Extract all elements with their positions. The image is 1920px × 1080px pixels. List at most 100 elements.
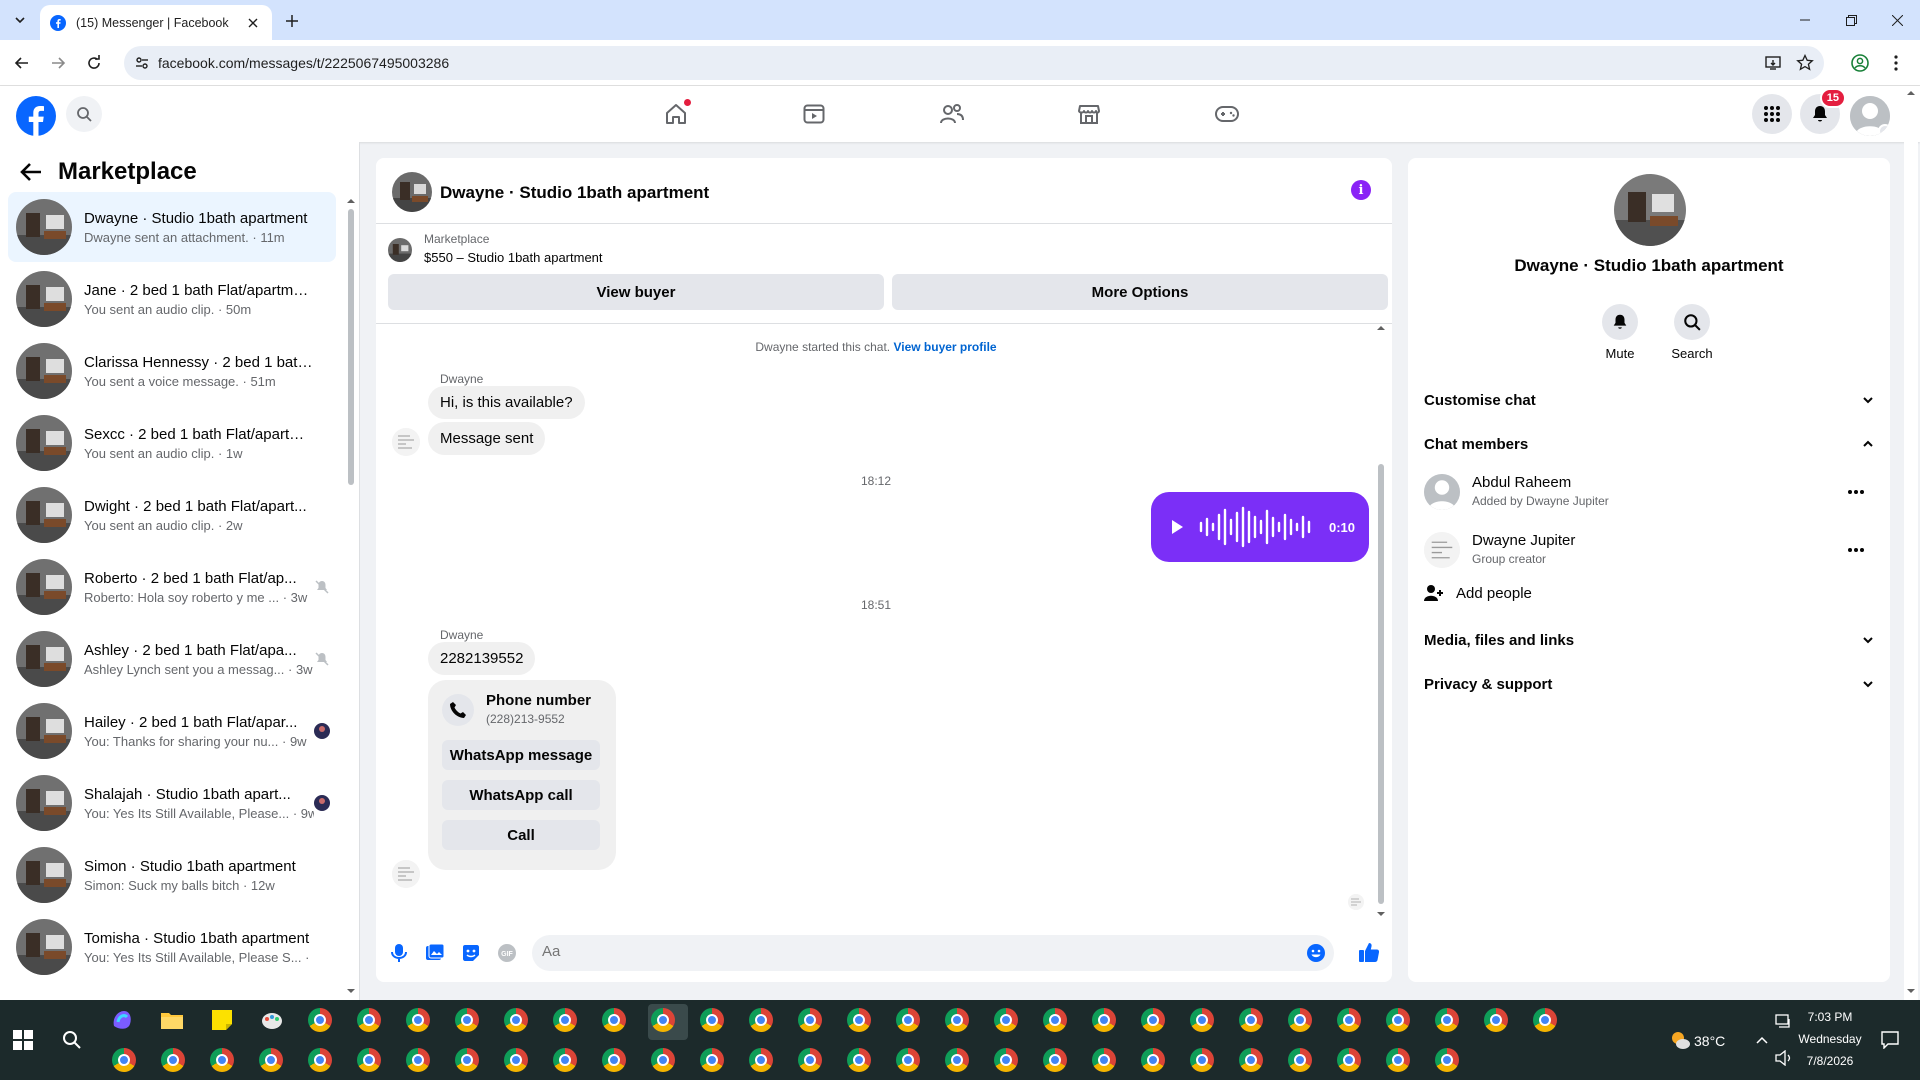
chrome-taskbar-icon[interactable] xyxy=(1433,1046,1461,1074)
forward-button[interactable] xyxy=(46,51,70,75)
chrome-taskbar-icon[interactable] xyxy=(649,1006,677,1034)
close-window-button[interactable] xyxy=(1874,0,1920,40)
chrome-taskbar-icon[interactable] xyxy=(894,1046,922,1074)
chrome-taskbar-icon[interactable] xyxy=(698,1046,726,1074)
more-options-icon[interactable] xyxy=(1846,482,1866,502)
chrome-taskbar-icon[interactable] xyxy=(796,1046,824,1074)
chrome-taskbar-icon[interactable] xyxy=(845,1006,873,1034)
notification-center-icon[interactable] xyxy=(1876,1026,1904,1054)
chrome-taskbar-icon[interactable] xyxy=(453,1046,481,1074)
whatsapp-call-button[interactable]: WhatsApp call xyxy=(442,780,600,810)
search-action[interactable]: Search xyxy=(1662,304,1722,361)
gaming-nav-icon[interactable] xyxy=(1213,100,1241,128)
conversation-item[interactable]: Roberto · 2 bed 1 bath Flat/ap... Roberto… xyxy=(8,552,336,622)
chrome-taskbar-icon[interactable] xyxy=(600,1006,628,1034)
conversation-item[interactable]: Clarissa Hennessy · 2 bed 1 bath ... You … xyxy=(8,336,336,406)
chrome-taskbar-icon[interactable] xyxy=(600,1046,628,1074)
chrome-taskbar-icon[interactable] xyxy=(453,1006,481,1034)
new-tab-button[interactable] xyxy=(281,10,303,32)
conversation-item[interactable]: Tomisha · Studio 1bath apartment You: Yes… xyxy=(8,912,336,982)
video-nav-icon[interactable] xyxy=(800,100,828,128)
gif-icon[interactable]: GIF xyxy=(496,942,518,964)
sender-avatar[interactable] xyxy=(392,860,420,888)
chrome-taskbar-icon[interactable] xyxy=(1335,1006,1363,1034)
chrome-taskbar-icon[interactable] xyxy=(208,1046,236,1074)
volume-icon[interactable] xyxy=(1770,1044,1798,1072)
view-buyer-profile-link[interactable]: View buyer profile xyxy=(893,340,996,354)
menu-grid-button[interactable] xyxy=(1752,94,1792,134)
thumbs-up-icon[interactable] xyxy=(1358,941,1380,963)
chrome-taskbar-icon[interactable] xyxy=(1041,1046,1069,1074)
chrome-taskbar-icon[interactable] xyxy=(355,1006,383,1034)
chrome-taskbar-icon[interactable] xyxy=(1090,1006,1118,1034)
chrome-taskbar-icon[interactable] xyxy=(845,1046,873,1074)
conversation-item[interactable]: Sexcc · 2 bed 1 bath Flat/apartm... You s… xyxy=(8,408,336,478)
media-files-row[interactable]: Media, files and links xyxy=(1424,622,1874,658)
chrome-taskbar-icon[interactable] xyxy=(1041,1006,1069,1034)
listing-price-title[interactable]: $550 – Studio 1bath apartment xyxy=(424,250,603,265)
sender-avatar[interactable] xyxy=(392,428,420,456)
chrome-taskbar-icon[interactable] xyxy=(943,1006,971,1034)
chrome-taskbar-icon[interactable] xyxy=(257,1046,285,1074)
back-button[interactable] xyxy=(10,51,34,75)
view-buyer-button[interactable]: View buyer xyxy=(388,274,884,310)
chrome-taskbar-icon[interactable] xyxy=(1335,1046,1363,1074)
customise-chat-row[interactable]: Customise chat xyxy=(1424,382,1874,418)
file-explorer-icon[interactable] xyxy=(158,1006,186,1034)
chrome-taskbar-icon[interactable] xyxy=(1090,1046,1118,1074)
chrome-taskbar-icon[interactable] xyxy=(796,1006,824,1034)
chat-info-icon[interactable]: i xyxy=(1351,180,1371,200)
chrome-taskbar-icon[interactable] xyxy=(1139,1006,1167,1034)
chat-avatar[interactable] xyxy=(392,172,432,212)
facebook-logo-icon[interactable] xyxy=(16,96,56,136)
chrome-taskbar-icon[interactable] xyxy=(943,1046,971,1074)
chrome-taskbar-icon[interactable] xyxy=(1188,1006,1216,1034)
windows-start-icon[interactable] xyxy=(9,1026,37,1054)
install-app-icon[interactable] xyxy=(1764,54,1782,72)
voice-message[interactable]: 0:10 xyxy=(1151,492,1369,562)
microphone-icon[interactable] xyxy=(388,942,410,964)
chrome-taskbar-icon[interactable] xyxy=(992,1046,1020,1074)
incoming-message[interactable]: 2282139552 xyxy=(428,642,536,675)
chrome-taskbar-icon[interactable] xyxy=(1384,1046,1412,1074)
network-icon[interactable] xyxy=(1770,1008,1798,1036)
conversation-item[interactable]: Simon · Studio 1bath apartment Simon: Suc… xyxy=(8,840,336,910)
chrome-taskbar-icon[interactable] xyxy=(1531,1006,1559,1034)
chrome-taskbar-icon[interactable] xyxy=(306,1006,334,1034)
info-avatar[interactable] xyxy=(1614,174,1686,246)
address-bar[interactable]: facebook.com/messages/t/2225067495003286 xyxy=(124,46,1824,80)
chrome-taskbar-icon[interactable] xyxy=(306,1046,334,1074)
paint-app-icon[interactable] xyxy=(258,1006,286,1034)
chrome-taskbar-icon[interactable] xyxy=(110,1046,138,1074)
chrome-taskbar-icon[interactable] xyxy=(1237,1046,1265,1074)
photo-icon[interactable] xyxy=(424,942,446,964)
chat-scrollbar-thumb[interactable] xyxy=(1378,464,1384,904)
conversation-item[interactable]: Shalajah · Studio 1bath apart... You: Yes… xyxy=(8,768,336,838)
marketplace-nav-icon[interactable] xyxy=(1075,100,1103,128)
call-button[interactable]: Call xyxy=(442,820,600,850)
chrome-taskbar-icon[interactable] xyxy=(894,1006,922,1034)
more-options-button[interactable]: More Options xyxy=(892,274,1388,310)
page-scrollbar[interactable] xyxy=(1904,86,1918,1000)
chrome-taskbar-icon[interactable] xyxy=(747,1046,775,1074)
emoji-icon[interactable] xyxy=(1306,943,1326,963)
chrome-taskbar-icon[interactable] xyxy=(404,1006,432,1034)
close-tab-icon[interactable] xyxy=(244,14,262,32)
conversation-item[interactable]: Dwight · 2 bed 1 bath Flat/apart... You s… xyxy=(8,480,336,550)
home-nav-icon[interactable] xyxy=(662,98,692,128)
left-scrollbar-thumb[interactable] xyxy=(348,209,354,485)
chrome-taskbar-icon[interactable] xyxy=(1384,1006,1412,1034)
site-settings-icon[interactable] xyxy=(134,55,150,71)
chrome-taskbar-icon[interactable] xyxy=(747,1006,775,1034)
member-row[interactable]: Abdul Raheem Added by Dwayne Jupiter xyxy=(1424,466,1874,518)
privacy-support-row[interactable]: Privacy & support xyxy=(1424,666,1874,702)
facebook-search-button[interactable] xyxy=(66,96,102,132)
message-input[interactable] xyxy=(542,943,1302,960)
chrome-taskbar-icon[interactable] xyxy=(1237,1006,1265,1034)
conversation-item[interactable]: Jane · 2 bed 1 bath Flat/apartment You se… xyxy=(8,264,336,334)
left-scrollbar[interactable] xyxy=(347,197,355,997)
profile-button[interactable] xyxy=(1848,51,1872,75)
conversation-item[interactable]: Ashley · 2 bed 1 bath Flat/apa... Ashley … xyxy=(8,624,336,694)
friends-nav-icon[interactable] xyxy=(938,100,966,128)
chrome-taskbar-icon[interactable] xyxy=(159,1046,187,1074)
